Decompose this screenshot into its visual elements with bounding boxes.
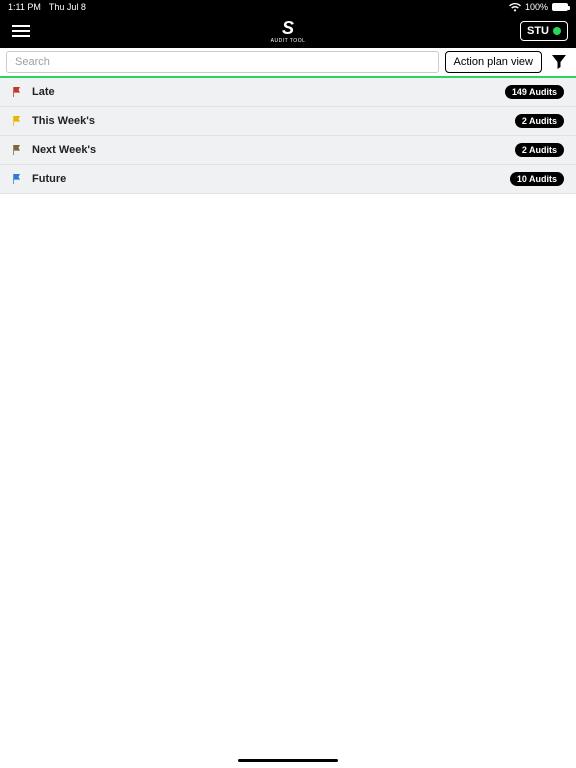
- filter-icon: [551, 54, 567, 70]
- status-time: 1:11 PM: [8, 2, 41, 12]
- list-item-late[interactable]: Late 149 Audits: [0, 78, 576, 107]
- wifi-icon: [509, 3, 521, 12]
- status-bar: 1:11 PM Thu Jul 8 100%: [0, 0, 576, 14]
- logo-subtitle: AUDIT TOOL: [271, 38, 306, 44]
- logo-mark: S: [271, 19, 306, 37]
- search-input[interactable]: [6, 51, 439, 73]
- home-indicator[interactable]: [238, 759, 338, 762]
- row-label: Late: [32, 86, 495, 98]
- action-plan-view-button[interactable]: Action plan view: [445, 51, 543, 73]
- battery-icon: [552, 3, 568, 11]
- app-bar: S AUDIT TOOL STU: [0, 14, 576, 48]
- list-item-this-week[interactable]: This Week's 2 Audits: [0, 107, 576, 136]
- flag-icon: [12, 116, 22, 126]
- flag-icon: [12, 145, 22, 155]
- flag-icon: [12, 87, 22, 97]
- count-badge: 10 Audits: [510, 172, 564, 186]
- filter-button[interactable]: [548, 51, 570, 73]
- row-label: Next Week's: [32, 144, 505, 156]
- status-battery-text: 100%: [525, 2, 548, 12]
- user-initials: STU: [527, 25, 549, 37]
- row-label: This Week's: [32, 115, 505, 127]
- count-badge: 2 Audits: [515, 114, 564, 128]
- audit-list: Late 149 Audits This Week's 2 Audits Nex…: [0, 78, 576, 194]
- status-right: 100%: [509, 2, 568, 12]
- status-dot-icon: [553, 27, 561, 35]
- row-label: Future: [32, 173, 500, 185]
- menu-button[interactable]: [8, 21, 34, 41]
- user-status-badge[interactable]: STU: [520, 21, 568, 41]
- count-badge: 149 Audits: [505, 85, 564, 99]
- app-logo: S AUDIT TOOL: [271, 19, 306, 44]
- flag-icon: [12, 174, 22, 184]
- toolbar: Action plan view: [0, 48, 576, 76]
- list-item-future[interactable]: Future 10 Audits: [0, 165, 576, 194]
- list-item-next-week[interactable]: Next Week's 2 Audits: [0, 136, 576, 165]
- status-date: Thu Jul 8: [49, 2, 86, 12]
- status-left: 1:11 PM Thu Jul 8: [8, 2, 86, 12]
- count-badge: 2 Audits: [515, 143, 564, 157]
